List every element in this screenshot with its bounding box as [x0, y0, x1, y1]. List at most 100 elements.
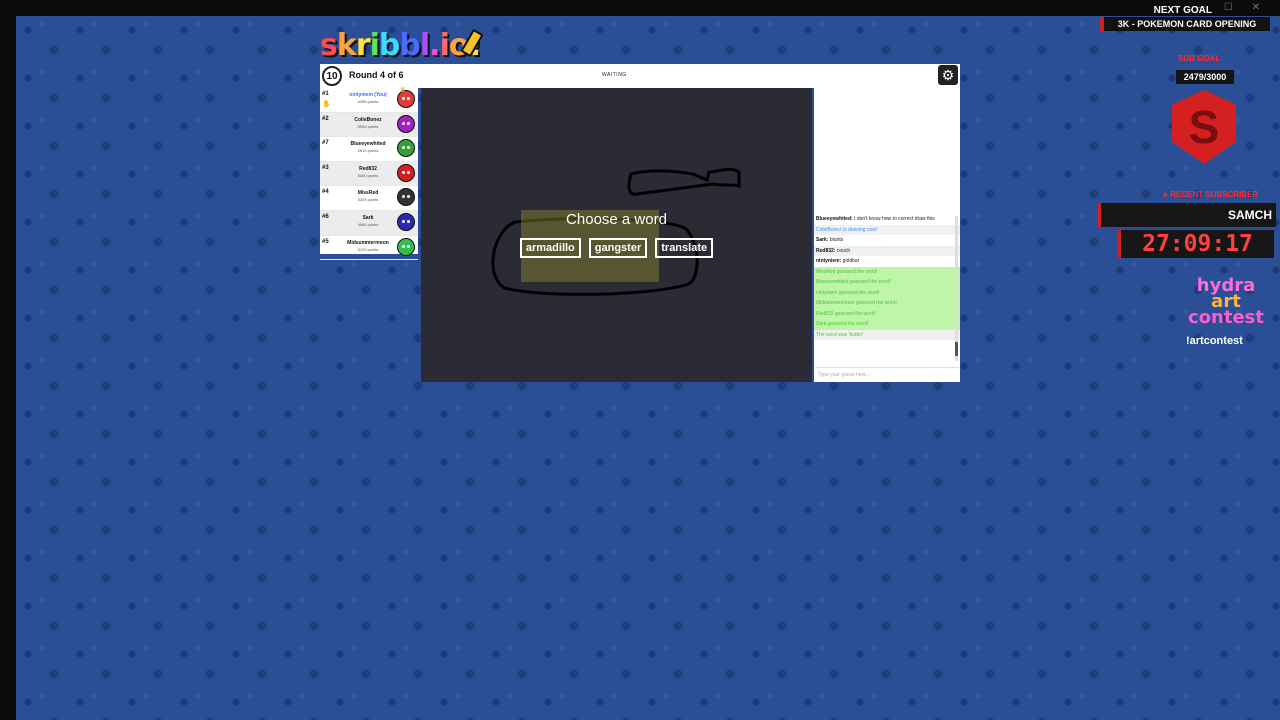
player-points: 5450 points	[357, 172, 379, 178]
game-header	[320, 64, 960, 88]
chat-message: ColieBonez is drawing now!	[814, 224, 960, 235]
contest-word: contest	[1188, 307, 1264, 328]
chat-text: I don't know how to correct draw this	[854, 216, 935, 222]
player-name: nintyniem (You)	[349, 92, 387, 98]
logo-letter: i	[369, 28, 380, 63]
tank-stroke	[627, 167, 741, 196]
gear-icon: ⚙	[941, 67, 955, 83]
choose-word-title: Choose a word	[566, 211, 667, 228]
chat-message: Red832 guessed the word!	[814, 308, 960, 319]
player-points: 5940 points	[357, 123, 379, 129]
chat-text: nintyniem guessed the word!	[816, 289, 880, 296]
chat-text: Blueeyewhited guessed the word!	[816, 279, 891, 285]
chat-message: The word was 'butter'	[814, 329, 960, 340]
chat-panel: Blueeyewhited: I don't know how to corre…	[814, 88, 960, 382]
player-points: 4565 points	[357, 221, 379, 227]
chat-input[interactable]: Type your guess here...	[815, 367, 959, 381]
chat-text: Red832 guessed the word!	[816, 310, 876, 317]
player-name: Midsummermoon	[347, 239, 389, 246]
chat-text: The word was 'butter'	[816, 331, 864, 338]
chat-message: MissRed guessed the word!	[814, 266, 960, 277]
clock-icon: 10	[322, 66, 342, 86]
logo-letter: .	[429, 28, 440, 63]
logo-letter: b	[378, 28, 401, 63]
word-option-gangster[interactable]: gangster	[588, 238, 648, 258]
settings-button[interactable]: ⚙	[938, 65, 958, 85]
word-choices: armadillo gangster translate	[421, 238, 812, 258]
player-avatar	[397, 139, 415, 158]
player-points: 2610 points	[357, 148, 379, 154]
chat-text: goldbar	[842, 258, 860, 264]
chat-message: nintyniem: goldbar	[814, 256, 960, 267]
chat-message: Sark guessed the word!	[814, 319, 960, 330]
player-avatar	[397, 188, 415, 207]
chat-author: Red832:	[816, 247, 836, 254]
sub-goal-count: 2479/3000	[1176, 70, 1234, 84]
stream-timer: 27:09:17	[1118, 230, 1274, 258]
chat-author: Sark:	[816, 237, 829, 243]
status-label: WAITING	[602, 72, 627, 78]
player-row[interactable]: #2 ColieBonez 5940 points	[320, 112, 418, 138]
player-avatar	[397, 237, 415, 256]
player-rank: #4	[322, 189, 329, 196]
chat-message: Sark: blunts	[814, 235, 960, 246]
player-row[interactable]: #5 Midsummermoon 5120 points	[320, 236, 418, 261]
player-row[interactable]: #6 Sark 4565 points	[320, 210, 418, 236]
logo-letter: k	[336, 28, 357, 63]
skribbl-logo: skribbl.io!	[320, 28, 482, 63]
player-name: Sark	[362, 214, 374, 221]
player-avatar	[397, 114, 415, 133]
player-name: ColieBonez	[354, 116, 382, 123]
chat-scroll-thumb[interactable]	[955, 342, 958, 356]
player-row[interactable]: #4 MissRed 5305 points	[320, 186, 418, 211]
chat-text: couch	[836, 247, 851, 254]
recent-subscriber-label: ▸ RECENT SUBSCRIBER	[1164, 190, 1259, 199]
chat-text: Sark guessed the word!	[816, 321, 869, 327]
player-rank: #7	[322, 140, 329, 147]
canvas-drawing	[491, 167, 741, 296]
logo-letter: s	[320, 28, 338, 63]
logo-letter: b	[399, 28, 421, 63]
chat-text: MissRed guessed the word!	[816, 268, 878, 275]
chat-author: Blueeyewhited:	[816, 216, 853, 222]
player-rank: #6	[322, 213, 329, 220]
player-avatar	[397, 212, 415, 231]
contest-logo: hydra art contest	[1180, 277, 1272, 328]
player-avatar	[397, 163, 415, 182]
player-points: 5305 points	[357, 197, 379, 203]
chat-message: nintyniem guessed the word!	[814, 287, 960, 298]
chat-message: Red832: couch	[814, 245, 960, 256]
player-rank: #5	[322, 238, 329, 245]
chat-message: Blueeyewhited: I don't know how to corre…	[814, 214, 960, 225]
player-rank: #2	[322, 115, 329, 122]
player-name: MissRed	[357, 190, 379, 197]
player-points: 6385 points	[357, 99, 379, 104]
contest-command: !artcontest	[1186, 335, 1243, 347]
logo-letter: i	[439, 28, 450, 63]
chat-scrollbar[interactable]	[955, 216, 958, 361]
player-name: Blueeyewhited	[350, 141, 386, 148]
round-label: Round 4 of 6	[349, 70, 404, 80]
players-panel: #1 nintyniem (You) 6385 points ✋ ♛ #2 ColieBon…	[320, 87, 418, 261]
word-option-armadillo[interactable]: armadillo	[519, 238, 581, 258]
chat-text: ColieBonez is drawing now!	[816, 226, 878, 233]
word-option-translate[interactable]: translate	[655, 238, 714, 258]
chat-message: Blueeyewhited guessed the word!	[814, 277, 960, 288]
player-points: 5120 points	[357, 246, 379, 252]
drawing-canvas[interactable]	[421, 88, 812, 382]
chat-author: nintyniem:	[816, 258, 842, 264]
logo-letter: l	[419, 28, 430, 63]
next-goal-bar: 3K - POKEMON CARD OPENING	[1100, 17, 1270, 31]
next-goal-label: NEXT GOAL	[1153, 5, 1212, 16]
chat-text: blunts	[829, 237, 844, 243]
player-name: Red832	[359, 165, 377, 172]
chat-text: Midsummermoon guessed the word!	[816, 300, 897, 306]
player-row[interactable]: #3 Red832 5450 points	[320, 161, 418, 187]
player-rank: #1	[322, 91, 329, 97]
player-row[interactable]: #7 Blueeyewhited 2610 points	[320, 137, 418, 162]
chat-messages: Blueeyewhited: I don't know how to corre…	[814, 214, 960, 340]
player-row[interactable]: #1 nintyniem (You) 6385 points ✋ ♛	[320, 87, 418, 113]
sub-goal-label: SUB GOAL	[1178, 54, 1221, 63]
mouse-icon: ✋	[322, 101, 331, 108]
chat-message: Midsummermoon guessed the word!	[814, 298, 960, 309]
